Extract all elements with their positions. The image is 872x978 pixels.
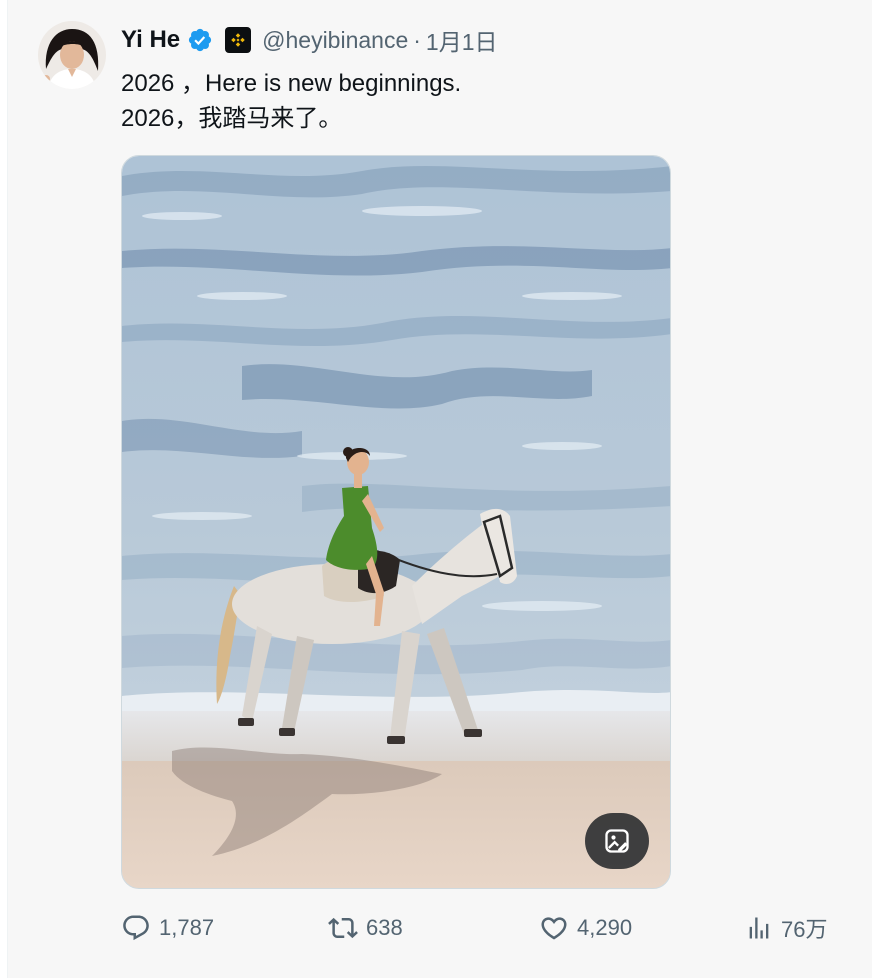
like-count: 4,290: [577, 915, 633, 940]
reply-button[interactable]: 1,787: [121, 908, 214, 948]
tweet-text-line: 2026，我踏马来了。: [121, 105, 343, 132]
image-description-button[interactable]: [585, 813, 649, 869]
avatar[interactable]: [38, 21, 106, 89]
views-count: 76万: [781, 917, 828, 942]
tweet-header: Yi He @heyibinance · 1月1日: [121, 24, 498, 56]
header-separator: ·: [413, 26, 421, 53]
tweet-text: 2026 ，Here is new beginnings. 2026，我踏马来了…: [121, 66, 461, 136]
reply-count: 1,787: [159, 915, 215, 940]
reply-icon: [123, 915, 149, 941]
views-icon: [749, 917, 769, 939]
views-button[interactable]: 76万: [745, 908, 827, 948]
tweet-article[interactable]: Yi He @heyibinance · 1月1日 2026 ，Here is …: [7, 0, 872, 978]
beach-horse-photo: [122, 156, 670, 888]
tweet-photo[interactable]: [121, 155, 671, 889]
tweet-text-line: 2026 ，Here is new beginnings.: [121, 70, 462, 97]
retweet-count: 638: [366, 915, 403, 940]
author-handle[interactable]: @heyibinance: [262, 27, 408, 54]
tweet-date[interactable]: 1月1日: [426, 23, 498, 57]
author-name[interactable]: Yi He: [121, 26, 180, 54]
avatar-photo: [38, 21, 106, 89]
retweet-icon: [328, 917, 358, 939]
retweet-button[interactable]: 638: [328, 908, 403, 948]
image-description-icon: [605, 829, 629, 853]
like-button[interactable]: 4,290: [539, 908, 632, 948]
tweet-actions: 1,787 638 4,290 76万: [121, 908, 841, 948]
verified-badge-icon: [187, 27, 213, 53]
heart-icon: [541, 917, 567, 940]
binance-logo-icon[interactable]: [225, 27, 252, 53]
